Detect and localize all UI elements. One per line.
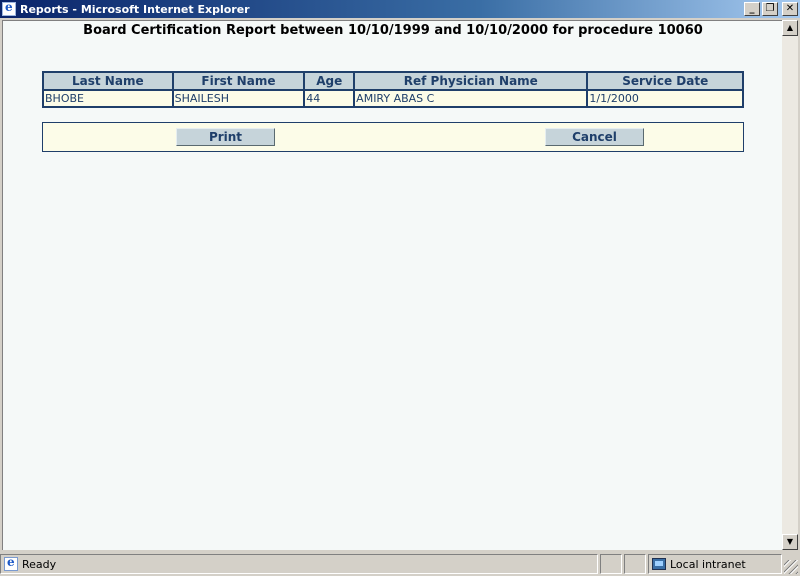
print-button[interactable]: Print <box>176 128 275 146</box>
close-button[interactable]: ✕ <box>782 2 798 16</box>
cell-service-date: 1/1/2000 <box>586 89 744 108</box>
column-header-age: Age <box>303 71 356 91</box>
vertical-scrollbar[interactable]: ▲ ▼ <box>782 20 798 550</box>
cell-last-name: BHOBE <box>42 89 174 108</box>
security-zone-panel: Local intranet <box>648 554 782 574</box>
status-bar: Ready Local intranet <box>0 552 800 576</box>
scroll-up-arrow-icon[interactable]: ▲ <box>782 20 798 36</box>
local-intranet-icon <box>652 558 666 570</box>
status-main-panel: Ready <box>0 554 598 574</box>
button-bar: Print Cancel <box>42 122 744 152</box>
cell-age: 44 <box>303 89 356 108</box>
table-header-row: Last Name First Name Age Ref Physician N… <box>42 71 744 91</box>
window-title: Reports - Microsoft Internet Explorer <box>20 2 250 16</box>
resize-grip-icon[interactable] <box>784 560 798 574</box>
table-row: BHOBE SHAILESH 44 AMIRY ABAS C 1/1/2000 <box>42 89 744 108</box>
zone-text: Local intranet <box>670 557 746 571</box>
ie-page-icon <box>4 555 18 571</box>
title-bar: Reports - Microsoft Internet Explorer _ … <box>0 0 800 18</box>
column-header-first-name: First Name <box>171 71 306 91</box>
status-panel-empty <box>600 554 622 574</box>
column-header-service-date: Service Date <box>586 71 744 91</box>
scroll-down-arrow-icon[interactable]: ▼ <box>782 534 798 550</box>
minimize-button[interactable]: _ <box>744 2 760 16</box>
window-controls: _ ❐ ✕ <box>744 2 798 16</box>
cell-ref-physician: AMIRY ABAS C <box>353 89 589 108</box>
column-header-last-name: Last Name <box>42 71 174 91</box>
ie-icon <box>2 0 16 16</box>
restore-button[interactable]: ❐ <box>762 2 778 16</box>
status-text: Ready <box>22 557 57 571</box>
status-panel-empty <box>624 554 646 574</box>
report-table: Last Name First Name Age Ref Physician N… <box>42 71 744 108</box>
page-content: Board Certification Report between 10/10… <box>2 20 782 550</box>
column-header-ref-physician: Ref Physician Name <box>353 71 589 91</box>
cancel-button[interactable]: Cancel <box>545 128 644 146</box>
cell-first-name: SHAILESH <box>171 89 306 108</box>
report-title: Board Certification Report between 10/10… <box>83 23 703 38</box>
